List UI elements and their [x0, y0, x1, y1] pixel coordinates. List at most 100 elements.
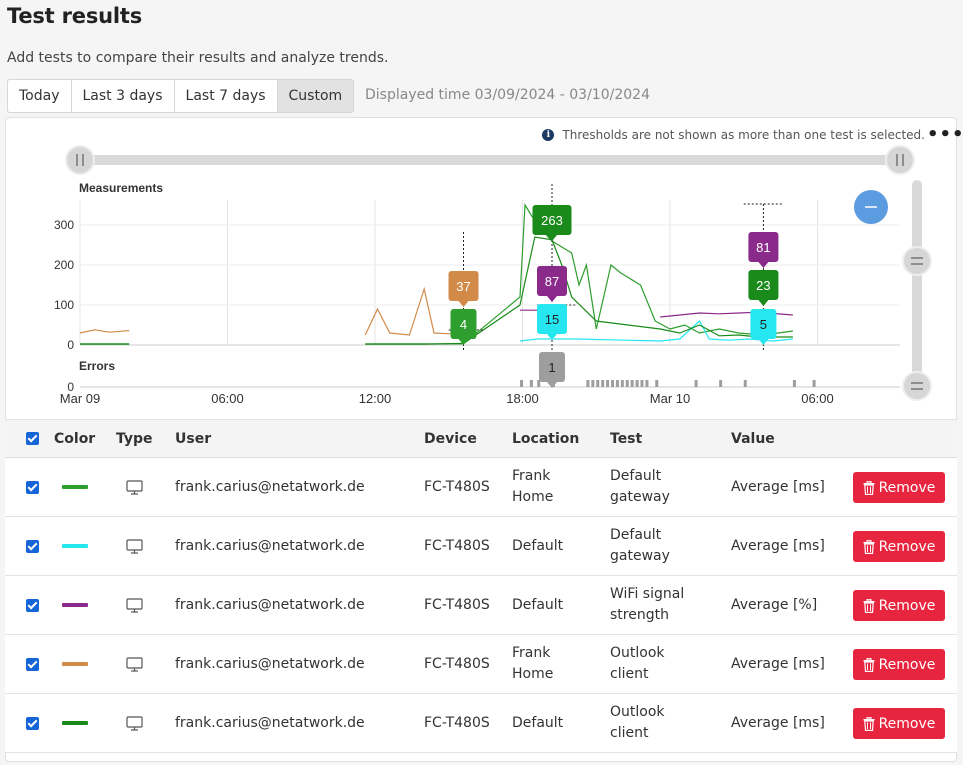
device-cell: FC-T480S	[424, 715, 490, 731]
page-title: Test results	[7, 4, 143, 28]
tooltip-value: 5	[760, 317, 767, 332]
table-row: frank.carius@netatwork.de FC-T480S Frank…	[5, 458, 957, 517]
time-range-slider[interactable]	[65, 145, 915, 175]
displayed-time: Displayed time 03/09/2024 - 03/10/2024	[365, 87, 650, 103]
vertical-slider-bottom-handle[interactable]	[902, 371, 932, 401]
table-row: frank.carius@netatwork.de FC-T480S Frank…	[5, 635, 957, 694]
tooltip: 81	[748, 232, 779, 268]
y-tick-label: 100	[54, 298, 74, 312]
header-location: Location	[512, 430, 580, 447]
tooltip-value: 1	[548, 360, 555, 375]
test-cell: Default gateway	[610, 527, 670, 564]
color-swatch	[62, 485, 88, 489]
location-cell: Frank Home	[512, 468, 554, 505]
value-cell: Average [ms]	[731, 715, 825, 731]
error-bar	[606, 380, 610, 387]
error-bar	[635, 380, 639, 387]
color-swatch	[62, 662, 88, 666]
remove-label: Remove	[878, 538, 936, 555]
row-checkbox[interactable]	[26, 480, 39, 494]
monitor-icon	[126, 656, 143, 672]
select-all-checkbox[interactable]	[26, 432, 39, 445]
slider-left-handle[interactable]	[65, 145, 95, 175]
row-checkbox[interactable]	[26, 716, 39, 730]
location-cell: Frank Home	[512, 645, 554, 682]
vertical-slider-top-handle[interactable]	[902, 246, 932, 276]
header-color: Color	[54, 430, 96, 447]
x-axis-ticks: Mar 09 06:00 12:00 18:00 Mar 10 06:00	[60, 391, 834, 406]
error-bars	[520, 380, 816, 387]
remove-button[interactable]: Remove	[853, 649, 945, 680]
header-test: Test	[610, 430, 643, 447]
x-tick-label: 06:00	[801, 391, 834, 406]
test-cell: Default gateway	[610, 468, 670, 505]
slider-right-handle[interactable]	[885, 145, 915, 175]
remove-label: Remove	[878, 597, 936, 614]
row-checkbox[interactable]	[26, 657, 39, 671]
header-type: Type	[116, 430, 153, 447]
value-cell: Average [ms]	[731, 479, 825, 495]
tooltip-value: 23	[756, 278, 770, 293]
monitor-icon	[126, 597, 143, 613]
remove-label: Remove	[878, 715, 936, 732]
error-bar	[586, 380, 590, 387]
device-cell: FC-T480S	[424, 656, 490, 672]
zoom-out-button[interactable]	[854, 190, 888, 224]
measurements-title: Measurements	[79, 181, 163, 195]
monitor-icon	[126, 538, 143, 554]
header-user: User	[175, 430, 212, 447]
error-bar	[625, 380, 629, 387]
error-bar	[719, 380, 723, 387]
y-tick-label: 0	[67, 338, 74, 352]
series-line	[365, 236, 793, 345]
vertical-range-slider[interactable]	[902, 180, 932, 401]
time-range-tabs: Today Last 3 days Last 7 days Custom	[7, 79, 355, 113]
error-bar	[620, 380, 624, 387]
tooltip-pointer	[758, 339, 769, 345]
series-line	[365, 203, 793, 345]
tooltip: 37	[448, 271, 479, 307]
device-cell: FC-T480S	[424, 538, 490, 554]
remove-button[interactable]: Remove	[853, 531, 945, 562]
table-row: frank.carius@netatwork.de FC-T480S Defau…	[5, 517, 957, 576]
remove-button[interactable]: Remove	[853, 472, 945, 503]
tab-last-3-days[interactable]: Last 3 days	[72, 80, 175, 112]
user-cell: frank.carius@netatwork.de	[175, 656, 365, 672]
tab-last-7-days[interactable]: Last 7 days	[175, 80, 278, 112]
monitor-icon	[126, 479, 143, 495]
value-cell: Average [ms]	[731, 538, 825, 554]
test-cell: Outlook client	[610, 704, 665, 741]
y-axis-ticks: 30020010000	[54, 218, 74, 394]
error-bar	[601, 380, 605, 387]
color-swatch	[62, 544, 88, 548]
x-tick-label: Mar 09	[60, 391, 100, 406]
color-swatch	[62, 721, 88, 725]
device-cell: FC-T480S	[424, 479, 490, 495]
tooltip-pointer	[547, 296, 557, 302]
tab-custom[interactable]: Custom	[277, 80, 354, 112]
y-tick-label: 200	[54, 258, 74, 272]
x-tick-label: 12:00	[359, 391, 392, 406]
header-value: Value	[731, 430, 775, 447]
error-bar	[537, 380, 541, 387]
remove-button[interactable]: Remove	[853, 590, 945, 621]
series-line	[79, 329, 130, 334]
row-checkbox[interactable]	[26, 539, 39, 553]
header-device: Device	[424, 430, 477, 447]
tests-table: Color Type User Device Location Test Val…	[5, 419, 957, 753]
row-checkbox[interactable]	[26, 598, 39, 612]
user-cell: frank.carius@netatwork.de	[175, 715, 365, 731]
table-row: frank.carius@netatwork.de FC-T480S Defau…	[5, 576, 957, 635]
trash-icon	[863, 657, 875, 672]
errors-title: Errors	[79, 359, 115, 373]
y-tick-label: 300	[54, 218, 74, 232]
tooltip-pointer	[458, 301, 469, 307]
remove-button[interactable]: Remove	[853, 708, 945, 739]
error-bar	[640, 380, 644, 387]
user-cell: frank.carius@netatwork.de	[175, 479, 365, 495]
page-subtitle: Add tests to compare their results and a…	[7, 50, 389, 66]
tab-today[interactable]: Today	[8, 80, 72, 112]
trash-icon	[863, 716, 875, 731]
error-bar	[812, 380, 816, 387]
tooltip-value: 263	[541, 213, 563, 228]
